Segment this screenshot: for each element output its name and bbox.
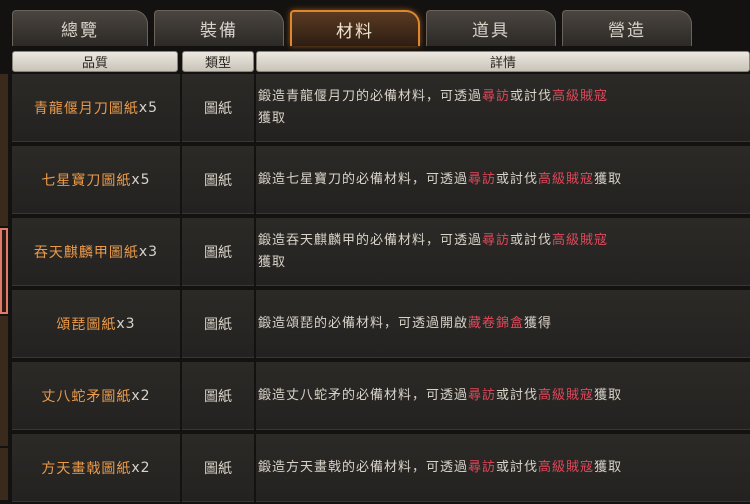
source-link[interactable]: 尋訪 <box>482 233 510 248</box>
source-link[interactable]: 尋訪 <box>468 460 496 475</box>
source-link[interactable]: 高級賊寇 <box>552 233 608 248</box>
source-link[interactable]: 高級賊寇 <box>538 388 594 403</box>
source-link[interactable]: 高級賊寇 <box>538 172 594 187</box>
item-detail: 鍛造頌琵的必備材料，可透過開啟藏卷錦盒獲得 <box>256 290 750 358</box>
side-item-slot-selected[interactable] <box>0 228 8 314</box>
tab-equipment[interactable]: 裝備 <box>154 10 284 46</box>
source-link[interactable]: 高級賊寇 <box>552 89 608 104</box>
item-type: 圖紙 <box>182 218 254 286</box>
item-detail: 鍛造七星寶刀的必備材料，可透過尋訪或討伐高級賊寇獲取 <box>256 146 750 214</box>
item-name: 青龍偃月刀圖紙 x5 <box>12 74 180 142</box>
source-link[interactable]: 高級賊寇 <box>538 460 594 475</box>
table-row[interactable]: 方天畫戟圖紙 x2 圖紙 鍛造方天畫戟的必備材料，可透過尋訪或討伐高級賊寇獲取 <box>12 434 750 504</box>
item-type: 圖紙 <box>182 74 254 142</box>
source-link[interactable]: 尋訪 <box>468 172 496 187</box>
side-item-slot[interactable] <box>0 448 8 500</box>
item-type: 圖紙 <box>182 434 254 502</box>
side-item-slot[interactable] <box>0 316 8 446</box>
item-detail: 鍛造吞天麒麟甲的必備材料，可透過尋訪或討伐高級賊寇 獲取 <box>256 218 750 286</box>
item-type: 圖紙 <box>182 362 254 430</box>
item-name: 七星寶刀圖紙 x5 <box>12 146 180 214</box>
column-header-quality[interactable]: 品質 <box>12 51 178 72</box>
category-tabs: 總覽 裝備 材料 道具 營造 <box>12 10 750 48</box>
item-detail: 鍛造青龍偃月刀的必備材料，可透過尋訪或討伐高級賊寇 獲取 <box>256 74 750 142</box>
table-row[interactable]: 丈八蛇矛圖紙 x2 圖紙 鍛造丈八蛇矛的必備材料，可透過尋訪或討伐高級賊寇獲取 <box>12 362 750 432</box>
item-name: 吞天麒麟甲圖紙 x3 <box>12 218 180 286</box>
tab-items[interactable]: 道具 <box>426 10 556 46</box>
source-link[interactable]: 藏卷錦盒 <box>468 316 524 331</box>
tab-construction[interactable]: 營造 <box>562 10 692 46</box>
item-type: 圖紙 <box>182 290 254 358</box>
column-header-type[interactable]: 類型 <box>182 51 254 72</box>
side-item-slot[interactable] <box>0 74 8 226</box>
item-name: 方天畫戟圖紙 x2 <box>12 434 180 502</box>
table-row[interactable]: 吞天麒麟甲圖紙 x3 圖紙 鍛造吞天麒麟甲的必備材料，可透過尋訪或討伐高級賊寇 獲取 <box>12 218 750 288</box>
table-row[interactable]: 七星寶刀圖紙 x5 圖紙 鍛造七星寶刀的必備材料，可透過尋訪或討伐高級賊寇獲取 <box>12 146 750 216</box>
item-type: 圖紙 <box>182 146 254 214</box>
table-row[interactable]: 頌琵圖紙 x3 圖紙 鍛造頌琵的必備材料，可透過開啟藏卷錦盒獲得 <box>12 290 750 360</box>
source-link[interactable]: 尋訪 <box>482 89 510 104</box>
source-link[interactable]: 尋訪 <box>468 388 496 403</box>
tab-materials[interactable]: 材料 <box>290 10 420 46</box>
column-header-detail[interactable]: 詳情 <box>256 51 750 72</box>
item-name: 頌琵圖紙 x3 <box>12 290 180 358</box>
tab-overview[interactable]: 總覽 <box>12 10 148 46</box>
table-row[interactable]: 青龍偃月刀圖紙 x5 圖紙 鍛造青龍偃月刀的必備材料，可透過尋訪或討伐高級賊寇 獲取 <box>12 74 750 144</box>
item-detail: 鍛造方天畫戟的必備材料，可透過尋訪或討伐高級賊寇獲取 <box>256 434 750 502</box>
item-name: 丈八蛇矛圖紙 x2 <box>12 362 180 430</box>
item-detail: 鍛造丈八蛇矛的必備材料，可透過尋訪或討伐高級賊寇獲取 <box>256 362 750 430</box>
